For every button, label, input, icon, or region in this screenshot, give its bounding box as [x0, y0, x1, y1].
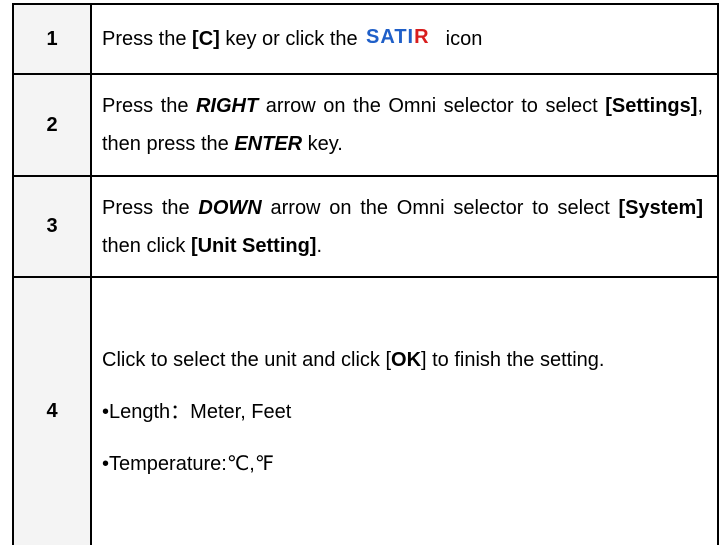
- step-text-part: Press the: [102, 95, 196, 117]
- arrow-key-label: RIGHT: [195, 95, 259, 117]
- length-option: •Length：Meter, Feet: [102, 400, 292, 423]
- step-text-part: then click: [102, 234, 191, 257]
- step-number: 4: [12, 276, 92, 545]
- step-text-part: key or click the: [219, 27, 358, 50]
- step-text-part: .: [316, 234, 323, 257]
- step-text-part: icon: [445, 27, 483, 50]
- step-number: 2: [12, 73, 92, 177]
- arrow-key-label: DOWN: [198, 196, 262, 219]
- step-number: 3: [12, 175, 92, 278]
- step-text: Click to select the unit and click [OK] …: [90, 276, 719, 545]
- step-text: Press the DOWN arrow on the Omni selecto…: [90, 175, 719, 278]
- step-row: 3 Press the DOWN arrow on the Omni selec…: [12, 175, 719, 278]
- step-text: Press the [C] key or click the SATIR ico…: [90, 3, 719, 75]
- step-text-part: arrow on the Omni selector to select: [258, 95, 606, 117]
- step-text-part: Press the: [102, 196, 199, 219]
- satir-logo-icon: SATIR: [366, 21, 440, 59]
- svg-text:SATIR: SATIR: [366, 26, 430, 46]
- menu-item-label: [Unit Setting]: [190, 234, 317, 257]
- instructions-table: 1 Press the [C] key or click the SATIR i…: [12, 3, 719, 545]
- step-row: 4 Click to select the unit and click [OK…: [12, 276, 719, 545]
- step-text-part: arrow on the Omni selector to select: [261, 196, 619, 219]
- ok-label: OK: [391, 348, 422, 371]
- step-number: 1: [12, 3, 92, 75]
- key-label: [C]: [192, 27, 220, 50]
- menu-label: [System]: [618, 196, 703, 219]
- step-text-part: key.: [302, 133, 343, 155]
- step-row: 1 Press the [C] key or click the SATIR i…: [12, 3, 719, 75]
- step-text-part: Press the: [102, 27, 193, 50]
- step-text-part: Click to select the unit and click [: [102, 348, 392, 371]
- step-paragraph: Click to select the unit and click [OK] …: [102, 341, 703, 379]
- key-label: ENTER: [234, 133, 303, 155]
- step-row: 2 Press the RIGHT arrow on the Omni sele…: [12, 73, 719, 177]
- step-text-part: ] to finish the setting.: [421, 348, 605, 371]
- temperature-option: •Temperature:℃,℉: [102, 452, 274, 475]
- menu-label: [Settings]: [605, 95, 698, 117]
- step-text: Press the RIGHT arrow on the Omni select…: [90, 73, 719, 177]
